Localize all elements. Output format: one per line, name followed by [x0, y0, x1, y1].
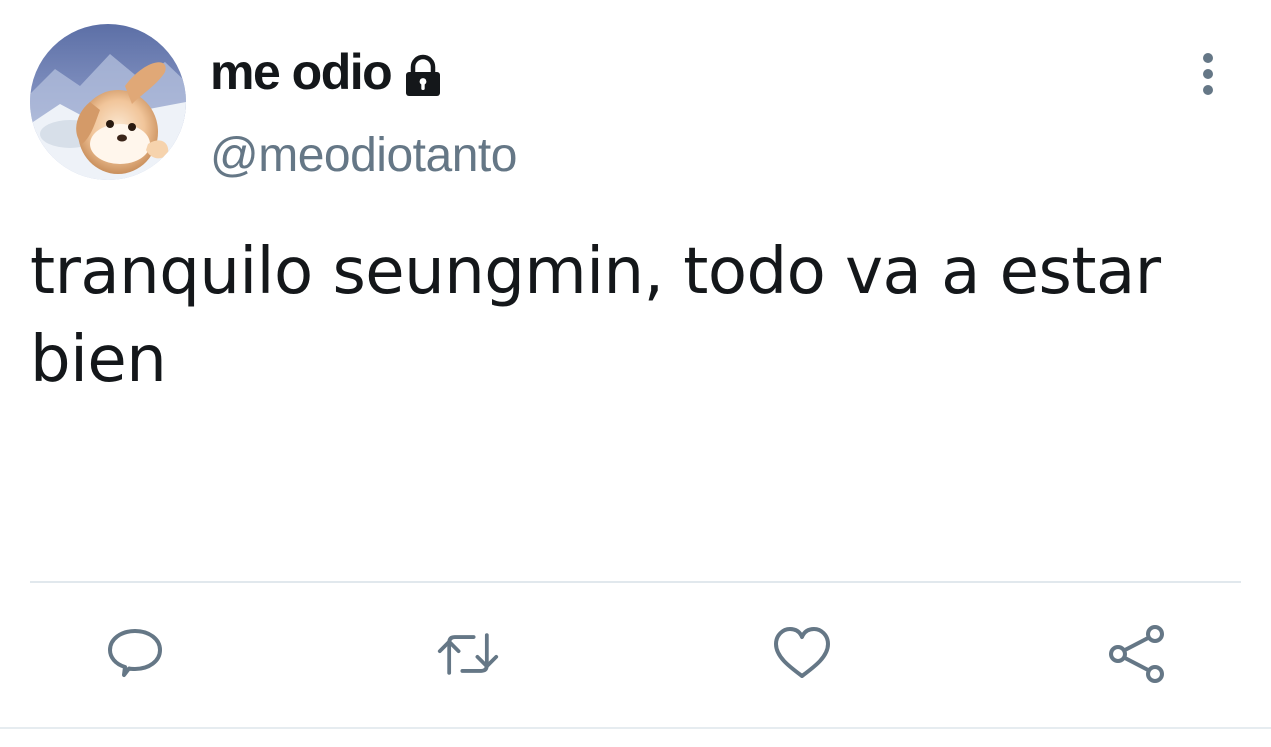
display-name[interactable]: me odio [210, 43, 393, 101]
retweet-button[interactable] [436, 622, 500, 686]
share-icon [1109, 625, 1164, 683]
avatar[interactable] [30, 24, 186, 180]
heart-icon [774, 627, 830, 678]
puppy-avatar-image [30, 24, 186, 180]
tweet-card: me odio @meodiotanto tranquilo seungmin,… [0, 0, 1271, 747]
lock-icon [401, 54, 445, 98]
user-name-row: me odio [210, 40, 445, 104]
retweet-icon [437, 633, 499, 675]
tweet-text: tranquilo seungmin, todo va a estar bien [30, 235, 1161, 397]
divider [30, 581, 1241, 583]
bottom-divider [0, 727, 1271, 729]
user-handle[interactable]: @meodiotanto [210, 128, 517, 183]
more-vertical-icon[interactable] [1192, 52, 1224, 96]
share-button[interactable] [1104, 622, 1168, 686]
like-button[interactable] [770, 622, 834, 686]
reply-button[interactable] [103, 622, 167, 686]
comment-bubble-icon [108, 629, 162, 677]
